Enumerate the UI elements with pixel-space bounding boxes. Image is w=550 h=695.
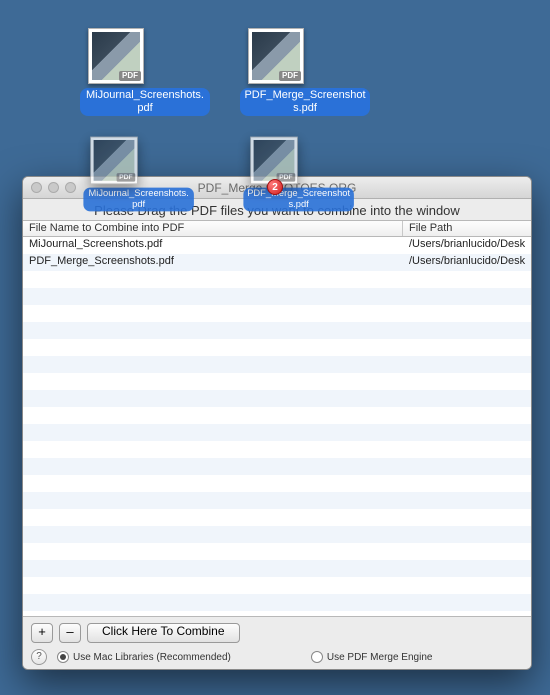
cell-filepath: /Users/brianlucido/Desk [403, 237, 531, 254]
file-count-badge: 2 [267, 179, 283, 195]
radio-indicator-icon [311, 651, 323, 663]
column-header-filename[interactable]: File Name to Combine into PDF [23, 221, 403, 236]
app-window: PDF_Merge ©GOTOES.ORG 2 Please Drag the … [22, 176, 532, 670]
desktop-file-label: PDF_Merge_Screenshots.pdf [240, 88, 370, 116]
radio-pdf-merge-engine[interactable]: Use PDF Merge Engine [311, 651, 433, 663]
empty-rows-stripes [23, 271, 531, 616]
radio-label: Use PDF Merge Engine [327, 652, 433, 663]
remove-button[interactable]: – [59, 623, 81, 643]
radio-indicator-icon [57, 651, 69, 663]
combine-button[interactable]: Click Here To Combine [87, 623, 240, 643]
radio-mac-libraries[interactable]: Use Mac Libraries (Recommended) [57, 651, 231, 663]
dragged-file-icon[interactable]: PDF PDF_Merge_Screenshots.pdf [243, 137, 304, 212]
desktop-file-icon[interactable]: PDF MiJournal_Screenshots.pdf [80, 28, 152, 116]
desktop-file-icon[interactable]: PDF PDF_Merge_Screenshots.pdf [240, 28, 312, 116]
column-header-filepath[interactable]: File Path [403, 221, 531, 236]
dragged-file-label: MiJournal_Screenshots.pdf [83, 188, 193, 212]
window-controls [31, 182, 76, 193]
bottom-toolbar: + – Click Here To Combine ? Use Mac Libr… [23, 616, 531, 669]
pdf-thumbnail: PDF [90, 137, 138, 185]
minimize-button[interactable] [48, 182, 59, 193]
dragged-file-label: PDF_Merge_Screenshots.pdf [243, 188, 354, 212]
pdf-badge: PDF [117, 173, 136, 182]
add-button[interactable]: + [31, 623, 53, 643]
dragged-file-icon[interactable]: PDF MiJournal_Screenshots.pdf [83, 137, 144, 212]
pdf-thumbnail: PDF [250, 137, 298, 185]
radio-label: Use Mac Libraries (Recommended) [73, 652, 231, 663]
pdf-thumbnail: PDF [88, 28, 144, 84]
pdf-badge: PDF [119, 71, 141, 81]
cell-filename: PDF_Merge_Screenshots.pdf [23, 254, 403, 271]
pdf-badge: PDF [279, 71, 301, 81]
cell-filename: MiJournal_Screenshots.pdf [23, 237, 403, 254]
cell-filepath: /Users/brianlucido/Desk [403, 254, 531, 271]
table-header: File Name to Combine into PDF File Path [23, 220, 531, 237]
table-row[interactable]: PDF_Merge_Screenshots.pdf /Users/brianlu… [23, 254, 531, 271]
close-button[interactable] [31, 182, 42, 193]
table-row[interactable]: MiJournal_Screenshots.pdf /Users/brianlu… [23, 237, 531, 254]
desktop-file-label: MiJournal_Screenshots.pdf [80, 88, 210, 116]
file-table[interactable]: MiJournal_Screenshots.pdf /Users/brianlu… [23, 237, 531, 616]
pdf-thumbnail: PDF [248, 28, 304, 84]
zoom-button[interactable] [65, 182, 76, 193]
help-button[interactable]: ? [31, 649, 47, 665]
